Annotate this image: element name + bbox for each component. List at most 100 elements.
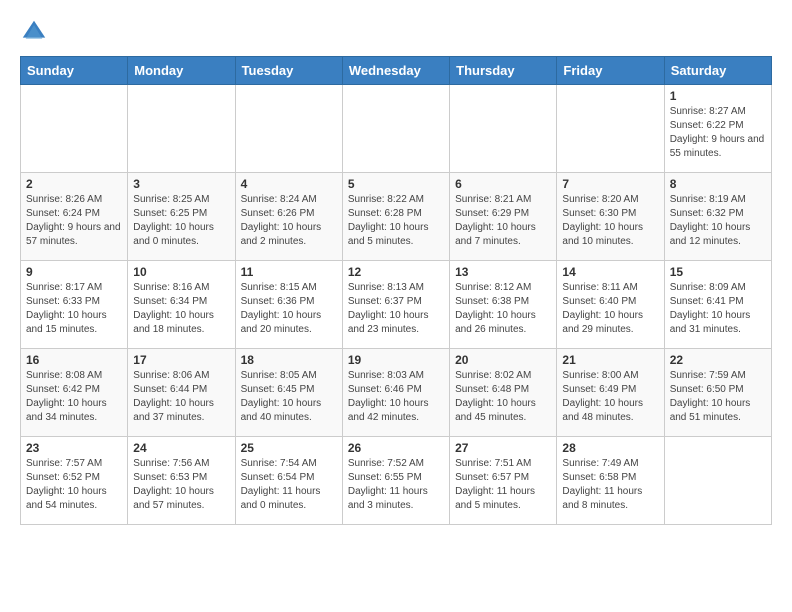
day-info: Sunrise: 8:25 AM Sunset: 6:25 PM Dayligh… <box>133 193 229 249</box>
calendar-cell: 13 Sunrise: 8:12 AM Sunset: 6:38 PM Dayli… <box>450 261 557 349</box>
day-number: 22 <box>670 353 766 367</box>
day-info: Sunrise: 8:17 AM Sunset: 6:33 PM Dayligh… <box>26 281 122 337</box>
day-info: Sunrise: 8:15 AM Sunset: 6:36 PM Dayligh… <box>241 281 337 337</box>
day-number: 12 <box>348 265 444 279</box>
day-number: 2 <box>26 177 122 191</box>
day-info: Sunrise: 7:49 AM Sunset: 6:58 PM Dayligh… <box>562 457 658 513</box>
day-number: 11 <box>241 265 337 279</box>
day-number: 26 <box>348 441 444 455</box>
page: SundayMondayTuesdayWednesdayThursdayFrid… <box>0 0 792 543</box>
day-info: Sunrise: 7:56 AM Sunset: 6:53 PM Dayligh… <box>133 457 229 513</box>
calendar-cell: 12 Sunrise: 8:13 AM Sunset: 6:37 PM Dayli… <box>342 261 449 349</box>
calendar-cell <box>450 85 557 173</box>
day-info: Sunrise: 8:09 AM Sunset: 6:41 PM Dayligh… <box>670 281 766 337</box>
calendar-week-row: 23Sunrise: 7:57 AM Sunset: 6:52 PM Dayli… <box>21 437 772 525</box>
day-number: 1 <box>670 89 766 103</box>
calendar-cell: 18 Sunrise: 8:05 AM Sunset: 6:45 PM Dayli… <box>235 349 342 437</box>
calendar-table: SundayMondayTuesdayWednesdayThursdayFrid… <box>20 56 772 525</box>
day-number: 13 <box>455 265 551 279</box>
calendar-cell: 21 Sunrise: 8:00 AM Sunset: 6:49 PM Dayli… <box>557 349 664 437</box>
header <box>20 18 772 46</box>
day-number: 18 <box>241 353 337 367</box>
day-number: 9 <box>26 265 122 279</box>
logo-icon <box>20 18 48 46</box>
day-number: 28 <box>562 441 658 455</box>
calendar-cell <box>235 85 342 173</box>
day-info: Sunrise: 7:51 AM Sunset: 6:57 PM Dayligh… <box>455 457 551 513</box>
calendar-cell <box>664 437 771 525</box>
day-number: 8 <box>670 177 766 191</box>
day-of-week-header: Friday <box>557 57 664 85</box>
day-info: Sunrise: 8:19 AM Sunset: 6:32 PM Dayligh… <box>670 193 766 249</box>
calendar-cell: 25 Sunrise: 7:54 AM Sunset: 6:54 PM Dayli… <box>235 437 342 525</box>
calendar-cell: 15Sunrise: 8:09 AM Sunset: 6:41 PM Dayli… <box>664 261 771 349</box>
day-info: Sunrise: 8:12 AM Sunset: 6:38 PM Dayligh… <box>455 281 551 337</box>
day-number: 16 <box>26 353 122 367</box>
day-number: 10 <box>133 265 229 279</box>
calendar-cell: 7 Sunrise: 8:20 AM Sunset: 6:30 PM Daylig… <box>557 173 664 261</box>
calendar-header-row: SundayMondayTuesdayWednesdayThursdayFrid… <box>21 57 772 85</box>
calendar-cell: 2 Sunrise: 8:26 AM Sunset: 6:24 PM Daylig… <box>21 173 128 261</box>
day-number: 17 <box>133 353 229 367</box>
day-number: 14 <box>562 265 658 279</box>
day-info: Sunrise: 8:20 AM Sunset: 6:30 PM Dayligh… <box>562 193 658 249</box>
day-number: 7 <box>562 177 658 191</box>
day-info: Sunrise: 8:13 AM Sunset: 6:37 PM Dayligh… <box>348 281 444 337</box>
day-of-week-header: Monday <box>128 57 235 85</box>
calendar-cell: 28 Sunrise: 7:49 AM Sunset: 6:58 PM Dayli… <box>557 437 664 525</box>
day-number: 21 <box>562 353 658 367</box>
calendar-cell: 23Sunrise: 7:57 AM Sunset: 6:52 PM Dayli… <box>21 437 128 525</box>
day-of-week-header: Thursday <box>450 57 557 85</box>
calendar-cell <box>557 85 664 173</box>
calendar-cell <box>342 85 449 173</box>
calendar-cell: 3 Sunrise: 8:25 AM Sunset: 6:25 PM Daylig… <box>128 173 235 261</box>
day-info: Sunrise: 8:21 AM Sunset: 6:29 PM Dayligh… <box>455 193 551 249</box>
day-number: 4 <box>241 177 337 191</box>
calendar-cell: 22 Sunrise: 7:59 AM Sunset: 6:50 PM Dayli… <box>664 349 771 437</box>
calendar-cell <box>21 85 128 173</box>
day-info: Sunrise: 8:24 AM Sunset: 6:26 PM Dayligh… <box>241 193 337 249</box>
day-number: 24 <box>133 441 229 455</box>
calendar-cell: 16 Sunrise: 8:08 AM Sunset: 6:42 PM Dayli… <box>21 349 128 437</box>
calendar-cell: 26Sunrise: 7:52 AM Sunset: 6:55 PM Dayli… <box>342 437 449 525</box>
day-of-week-header: Tuesday <box>235 57 342 85</box>
calendar-cell: 20 Sunrise: 8:02 AM Sunset: 6:48 PM Dayli… <box>450 349 557 437</box>
calendar-cell: 11 Sunrise: 8:15 AM Sunset: 6:36 PM Dayli… <box>235 261 342 349</box>
day-of-week-header: Sunday <box>21 57 128 85</box>
day-info: Sunrise: 7:59 AM Sunset: 6:50 PM Dayligh… <box>670 369 766 425</box>
day-number: 20 <box>455 353 551 367</box>
day-info: Sunrise: 8:11 AM Sunset: 6:40 PM Dayligh… <box>562 281 658 337</box>
calendar-week-row: 2 Sunrise: 8:26 AM Sunset: 6:24 PM Daylig… <box>21 173 772 261</box>
day-info: Sunrise: 8:22 AM Sunset: 6:28 PM Dayligh… <box>348 193 444 249</box>
day-info: Sunrise: 8:03 AM Sunset: 6:46 PM Dayligh… <box>348 369 444 425</box>
calendar-week-row: 9 Sunrise: 8:17 AM Sunset: 6:33 PM Daylig… <box>21 261 772 349</box>
calendar-cell: 14 Sunrise: 8:11 AM Sunset: 6:40 PM Dayli… <box>557 261 664 349</box>
day-info: Sunrise: 8:08 AM Sunset: 6:42 PM Dayligh… <box>26 369 122 425</box>
calendar-cell: 24 Sunrise: 7:56 AM Sunset: 6:53 PM Dayli… <box>128 437 235 525</box>
calendar-week-row: 1 Sunrise: 8:27 AM Sunset: 6:22 PM Daylig… <box>21 85 772 173</box>
calendar-cell: 6 Sunrise: 8:21 AM Sunset: 6:29 PM Daylig… <box>450 173 557 261</box>
day-info: Sunrise: 7:54 AM Sunset: 6:54 PM Dayligh… <box>241 457 337 513</box>
day-info: Sunrise: 8:02 AM Sunset: 6:48 PM Dayligh… <box>455 369 551 425</box>
day-number: 3 <box>133 177 229 191</box>
day-info: Sunrise: 8:27 AM Sunset: 6:22 PM Dayligh… <box>670 105 766 161</box>
calendar-week-row: 16 Sunrise: 8:08 AM Sunset: 6:42 PM Dayli… <box>21 349 772 437</box>
day-info: Sunrise: 8:00 AM Sunset: 6:49 PM Dayligh… <box>562 369 658 425</box>
day-info: Sunrise: 8:26 AM Sunset: 6:24 PM Dayligh… <box>26 193 122 249</box>
day-number: 23 <box>26 441 122 455</box>
day-number: 25 <box>241 441 337 455</box>
day-of-week-header: Wednesday <box>342 57 449 85</box>
calendar-cell: 5 Sunrise: 8:22 AM Sunset: 6:28 PM Daylig… <box>342 173 449 261</box>
day-info: Sunrise: 8:16 AM Sunset: 6:34 PM Dayligh… <box>133 281 229 337</box>
calendar-cell: 19 Sunrise: 8:03 AM Sunset: 6:46 PM Dayli… <box>342 349 449 437</box>
logo <box>20 18 52 46</box>
day-number: 19 <box>348 353 444 367</box>
day-number: 5 <box>348 177 444 191</box>
calendar-cell: 4 Sunrise: 8:24 AM Sunset: 6:26 PM Daylig… <box>235 173 342 261</box>
day-number: 27 <box>455 441 551 455</box>
calendar-cell: 27 Sunrise: 7:51 AM Sunset: 6:57 PM Dayli… <box>450 437 557 525</box>
calendar-cell: 8 Sunrise: 8:19 AM Sunset: 6:32 PM Daylig… <box>664 173 771 261</box>
day-info: Sunrise: 8:05 AM Sunset: 6:45 PM Dayligh… <box>241 369 337 425</box>
day-number: 6 <box>455 177 551 191</box>
calendar-cell: 1 Sunrise: 8:27 AM Sunset: 6:22 PM Daylig… <box>664 85 771 173</box>
